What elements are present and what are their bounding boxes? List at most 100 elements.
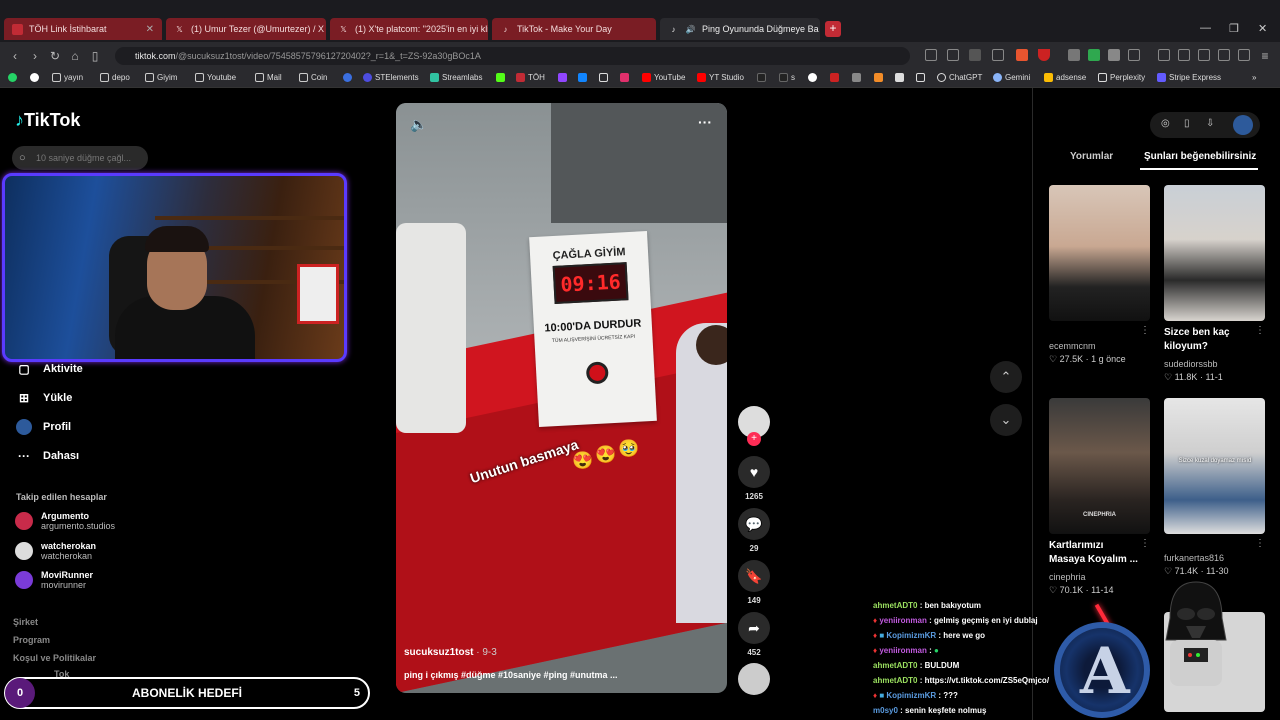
next-video-button[interactable]: ⌄	[990, 404, 1022, 436]
back-icon[interactable]: ‹	[8, 49, 22, 63]
nav-profile[interactable]: Profil	[16, 419, 71, 435]
video-thumbnail[interactable]	[1164, 185, 1265, 321]
bookmark-streamlabs[interactable]: Streamlabs	[430, 73, 482, 82]
bookmark-icon-c[interactable]	[852, 73, 861, 82]
footer-link-company[interactable]: Şirket	[13, 617, 38, 627]
tab-tiktok[interactable]: ♪ TikTok - Make Your Day	[492, 18, 656, 40]
new-tab-button[interactable]: +	[825, 21, 841, 37]
video-user[interactable]: ecemmcnm	[1049, 341, 1096, 351]
bookmark-stripe-express[interactable]: Stripe Express	[1157, 73, 1221, 82]
no-track-icon[interactable]	[925, 49, 937, 61]
bookmark-stelements[interactable]: STElements	[363, 73, 419, 82]
music-icon[interactable]	[1158, 49, 1170, 61]
minimize-icon[interactable]: —	[1200, 22, 1211, 34]
nav-more[interactable]: ··· Dahası	[16, 448, 79, 464]
bookmark-s[interactable]: s	[779, 73, 795, 82]
video-title[interactable]: Sizce ben kaç kiloyum?	[1164, 326, 1254, 354]
leo-icon[interactable]	[1218, 49, 1230, 61]
user-avatar[interactable]	[1233, 115, 1253, 135]
tab-comments[interactable]: Yorumlar	[1070, 151, 1113, 162]
tab-you-may-like[interactable]: Şunları beğenebilirsiniz	[1144, 151, 1256, 162]
more-options-icon[interactable]: ···	[698, 114, 712, 130]
instagram-bookmark-icon[interactable]	[620, 73, 629, 82]
x-bookmark-icon[interactable]	[599, 73, 608, 82]
video-title[interactable]: Kartlarımızı Masaya Koyalım ...	[1049, 539, 1139, 567]
bookmark-coin[interactable]: Coin	[299, 73, 327, 82]
screen-icon[interactable]	[947, 49, 959, 61]
bookmark-icon-b[interactable]	[830, 73, 839, 82]
rewards-icon[interactable]	[1038, 49, 1050, 61]
whatsapp-bookmark-icon[interactable]	[8, 73, 17, 82]
translate-icon[interactable]	[969, 49, 981, 61]
video-player[interactable]: ÇAĞLA GİYİM 09:16 10:00'DA DURDUR TÜM AL…	[396, 103, 727, 693]
maximize-icon[interactable]: ❐	[1229, 22, 1239, 35]
tiktok-logo[interactable]: ♪TikTok	[15, 110, 80, 131]
bookmark-yt-studio[interactable]: YT Studio	[697, 73, 744, 82]
bookmark-perplexity[interactable]: Perplexity	[1098, 73, 1145, 82]
reload-icon[interactable]: ↻	[48, 49, 62, 63]
comment-button[interactable]: 💬	[738, 508, 770, 540]
more-options-icon[interactable]: ⋮	[1255, 325, 1265, 336]
bookmark-icon-f[interactable]	[916, 73, 925, 82]
nav-activity[interactable]: ▢ Aktivite	[16, 361, 82, 377]
extension-2-icon[interactable]	[1088, 49, 1100, 61]
tiktok-bookmark-icon[interactable]	[757, 73, 766, 82]
follow-plus-icon[interactable]: +	[747, 432, 761, 446]
bookmark-toh[interactable]: TÖH	[516, 73, 545, 82]
twitch-bookmark-icon[interactable]	[558, 73, 567, 82]
download-icon[interactable]: ⇩	[1206, 118, 1214, 129]
wallet-icon[interactable]	[1198, 49, 1210, 61]
tab-platcom[interactable]: 𝕏 (1) X'te platcom: "2025'in en iyi klibi	[330, 18, 488, 40]
video-thumbnail[interactable]: CINEPHRIA	[1049, 398, 1150, 534]
sound-avatar[interactable]	[738, 663, 770, 695]
kick-bookmark-icon[interactable]	[496, 73, 505, 82]
bookmark-depo[interactable]: depo	[100, 73, 130, 82]
tab-toh[interactable]: TÖH Link İstihbarat ✕	[4, 18, 162, 40]
video-thumbnail[interactable]	[1049, 185, 1150, 321]
phone-icon[interactable]: ▯	[1184, 118, 1190, 129]
bluesky-bookmark-icon[interactable]	[578, 73, 587, 82]
more-options-icon[interactable]: ⋮	[1140, 538, 1150, 549]
tab-umur-tezer[interactable]: 𝕏(1) Umur Tezer (@Umurtezer) / X✕	[166, 18, 326, 40]
r-bookmark-icon[interactable]	[343, 73, 352, 82]
sidebar-toggle-icon[interactable]	[1178, 49, 1190, 61]
more-options-icon[interactable]: ⋮	[1140, 325, 1150, 336]
following-account[interactable]: MoviRunner movirunner	[15, 570, 93, 590]
save-button[interactable]: 🔖	[738, 560, 770, 592]
like-button[interactable]: ♥	[738, 456, 770, 488]
footer-link-program[interactable]: Program	[13, 635, 50, 645]
bookmark-icon-a[interactable]	[808, 73, 817, 82]
video-user[interactable]: cinephria	[1049, 572, 1086, 582]
brave-shield-icon[interactable]	[1016, 49, 1028, 61]
share-icon[interactable]	[992, 49, 1004, 61]
close-tab-icon[interactable]: ✕	[146, 24, 154, 35]
bookmark-youtube-folder[interactable]: Youtube	[195, 73, 236, 82]
video-user[interactable]: furkanertas816	[1164, 553, 1224, 563]
bookmark-adsense[interactable]: adsense	[1044, 73, 1086, 82]
vpn-icon[interactable]	[1238, 49, 1250, 61]
bookmark-mail[interactable]: Mail	[255, 73, 282, 82]
puzzle-icon[interactable]	[1108, 49, 1120, 61]
more-options-icon[interactable]: ⋮	[1255, 538, 1265, 549]
extension-1-icon[interactable]	[1068, 49, 1080, 61]
video-user[interactable]: sudediorssbb	[1164, 359, 1218, 369]
bookmark-youtube[interactable]: YouTube	[642, 73, 685, 82]
bookmark-gemini[interactable]: Gemini	[993, 73, 1030, 82]
bookmark-icon[interactable]: ▯	[88, 49, 102, 63]
home-icon[interactable]: ⌂	[68, 49, 82, 63]
video-thumbnail[interactable]: Sizce kuzal doyamaz mısıd	[1164, 398, 1265, 534]
more-bookmarks-icon[interactable]: »	[1252, 73, 1256, 82]
nav-upload[interactable]: ⊞ Yükle	[16, 390, 72, 406]
menu-icon[interactable]: ≡	[1258, 49, 1272, 63]
bookmark-icon-e[interactable]	[895, 73, 904, 82]
search-input[interactable]: ○ 10 saniye düğme çağl...	[12, 146, 148, 170]
share-button[interactable]: ➦	[738, 612, 770, 644]
following-account[interactable]: Argumento argumento.studios	[15, 511, 115, 531]
footer-link-terms[interactable]: Koşul ve Politikalar	[13, 653, 96, 663]
bookmark-chatgpt[interactable]: ChatGPT	[937, 73, 982, 82]
compass-icon[interactable]: ◎	[1161, 118, 1170, 129]
volume-icon[interactable]: 🔈	[410, 116, 427, 133]
tab-ping-video[interactable]: ♪🔊Ping Oyununda Düğmeye Ba✕	[660, 18, 820, 40]
video-author[interactable]: sucuksuz1tost · 9-3	[404, 647, 497, 658]
url-field[interactable]: tiktok.com/@sucuksuz1tost/video/75458575…	[115, 47, 910, 65]
